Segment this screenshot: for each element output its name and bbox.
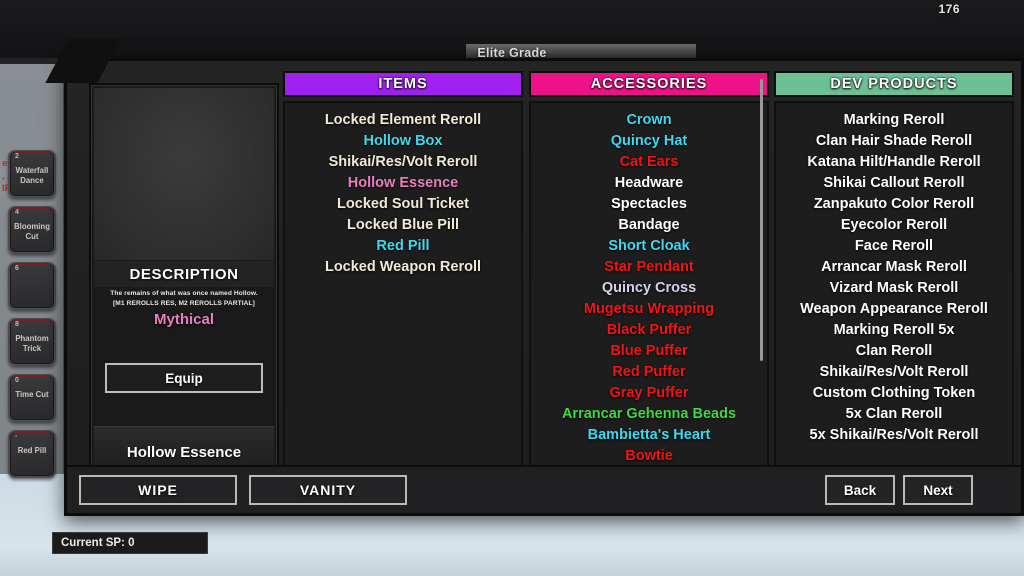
list-item[interactable]: Hollow Box bbox=[285, 131, 521, 152]
ability-slot-key: 8 bbox=[15, 321, 19, 328]
description-body: The remains of what was once named Hollo… bbox=[97, 289, 271, 308]
list-item[interactable]: Bandage bbox=[531, 215, 767, 236]
list-item[interactable]: Bowtie bbox=[531, 446, 767, 467]
list-item[interactable]: Crown bbox=[531, 110, 767, 131]
list-item[interactable]: Locked Blue Pill bbox=[285, 215, 521, 236]
list-item[interactable]: Red Puffer bbox=[531, 362, 767, 383]
game-screen: 176 Elite Grade elow to , AFTER IP. 2Wat… bbox=[0, 0, 1024, 576]
back-button[interactable]: Back bbox=[825, 475, 895, 505]
column-items-header: ITEMS bbox=[283, 71, 523, 97]
item-detail-card: DESCRIPTION The remains of what was once… bbox=[89, 83, 279, 483]
list-item[interactable]: Locked Weapon Reroll bbox=[285, 257, 521, 278]
description-header: DESCRIPTION bbox=[94, 261, 274, 287]
current-sp-display: Current SP: 0 bbox=[52, 532, 208, 554]
list-item[interactable]: Arrancar Gehenna Beads bbox=[531, 404, 767, 425]
ability-slot-3[interactable]: 6 bbox=[8, 262, 56, 310]
list-item[interactable]: Black Puffer bbox=[531, 320, 767, 341]
ability-slot-label: Time Cut bbox=[15, 390, 49, 399]
list-item[interactable]: Mugetsu Wrapping bbox=[531, 299, 767, 320]
next-button[interactable]: Next bbox=[903, 475, 973, 505]
ability-slot-4[interactable]: 8 Phantom Trick bbox=[8, 318, 56, 366]
ability-slot-label: Red Pill bbox=[17, 446, 47, 455]
equip-button[interactable]: Equip bbox=[105, 363, 263, 393]
vanity-button[interactable]: VANITY bbox=[249, 475, 407, 505]
ability-slot-6[interactable]: - Red Pill bbox=[8, 430, 56, 478]
ability-slot-key: 6 bbox=[15, 265, 19, 272]
description-subtext: [M1 REROLLS RES, M2 REROLLS PARTIAL] bbox=[113, 299, 255, 307]
ability-slot-key: - bbox=[15, 433, 18, 440]
list-item[interactable]: Weapon Appearance Reroll bbox=[776, 299, 1012, 320]
description-text: The remains of what was once named Hollo… bbox=[110, 290, 258, 297]
item-preview-viewport[interactable] bbox=[94, 88, 274, 260]
column-accessories-list[interactable]: Crown Quincy Hat Cat Ears Headware Spectacle… bbox=[529, 101, 769, 471]
ability-slot-1[interactable]: 2 Waterfall Dance bbox=[8, 150, 56, 198]
list-item[interactable]: 5x Clan Reroll bbox=[776, 404, 1012, 425]
ability-slot-key: 2 bbox=[15, 153, 19, 160]
list-item[interactable]: Locked Element Reroll bbox=[285, 110, 521, 131]
top-counter: 176 bbox=[938, 2, 960, 16]
column-accessories: ACCESSORIES Crown Quincy Hat Cat Ears Headw… bbox=[529, 71, 769, 471]
list-item[interactable]: Katana Hilt/Handle Reroll bbox=[776, 152, 1012, 173]
list-item[interactable]: Blue Puffer bbox=[531, 341, 767, 362]
list-item[interactable]: Vizard Mask Reroll bbox=[776, 278, 1012, 299]
column-dev-products-header: DEV PRODUCTS bbox=[774, 71, 1014, 97]
list-item[interactable]: Marking Reroll 5x bbox=[776, 320, 1012, 341]
column-dev-products: DEV PRODUCTS Marking Reroll Clan Hair Sha… bbox=[774, 71, 1014, 471]
list-item[interactable]: Face Reroll bbox=[776, 236, 1012, 257]
list-item[interactable]: Custom Clothing Token bbox=[776, 383, 1012, 404]
list-item[interactable]: Cat Ears bbox=[531, 152, 767, 173]
list-item[interactable]: Gray Puffer bbox=[531, 383, 767, 404]
ability-slot-key: 0 bbox=[15, 377, 19, 384]
list-item[interactable]: Hollow Essence bbox=[285, 173, 521, 194]
ability-slot-5[interactable]: 0 Time Cut bbox=[8, 374, 56, 422]
ability-slot-label: Blooming Cut bbox=[14, 222, 50, 241]
scrollbar-thumb[interactable] bbox=[760, 79, 763, 361]
list-item[interactable]: Short Cloak bbox=[531, 236, 767, 257]
list-item[interactable]: 5x Shikai/Res/Volt Reroll bbox=[776, 425, 1012, 446]
ability-slot-label: Waterfall Dance bbox=[15, 166, 49, 185]
rarity-label: Mythical bbox=[153, 311, 214, 328]
list-item[interactable]: Bambietta's Heart bbox=[531, 425, 767, 446]
list-item[interactable]: Marking Reroll bbox=[776, 110, 1012, 131]
list-item[interactable]: Shikai/Res/Volt Reroll bbox=[285, 152, 521, 173]
list-item[interactable]: Star Pendant bbox=[531, 257, 767, 278]
list-item[interactable]: Arrancar Mask Reroll bbox=[776, 257, 1012, 278]
ability-slot-label: Phantom Trick bbox=[15, 334, 49, 353]
list-item[interactable]: Locked Soul Ticket bbox=[285, 194, 521, 215]
list-item[interactable]: Red Pill bbox=[285, 236, 521, 257]
inventory-panel: DESCRIPTION The remains of what was once… bbox=[45, 39, 1024, 516]
column-dev-products-list[interactable]: Marking Reroll Clan Hair Shade Reroll Kata… bbox=[774, 101, 1014, 471]
ability-slot-2[interactable]: 4 Blooming Cut bbox=[8, 206, 56, 254]
list-item[interactable]: Headware bbox=[531, 173, 767, 194]
column-items: ITEMS Locked Element Reroll Hollow Box Shi… bbox=[283, 71, 523, 471]
list-item[interactable]: Shikai Callout Reroll bbox=[776, 173, 1012, 194]
ability-slot-key: 4 bbox=[15, 209, 19, 216]
list-item[interactable]: Eyecolor Reroll bbox=[776, 215, 1012, 236]
list-item[interactable]: Clan Hair Shade Reroll bbox=[776, 131, 1012, 152]
list-item[interactable]: Zanpakuto Color Reroll bbox=[776, 194, 1012, 215]
panel-footer: WIPE VANITY Back Next bbox=[67, 465, 1021, 513]
column-accessories-header: ACCESSORIES bbox=[529, 71, 769, 97]
column-items-list[interactable]: Locked Element Reroll Hollow Box Shikai/Re… bbox=[283, 101, 523, 471]
list-item[interactable]: Quincy Hat bbox=[531, 131, 767, 152]
list-item[interactable]: Clan Reroll bbox=[776, 341, 1012, 362]
list-item[interactable]: Quincy Cross bbox=[531, 278, 767, 299]
wipe-button[interactable]: WIPE bbox=[79, 475, 237, 505]
list-item[interactable]: Spectacles bbox=[531, 194, 767, 215]
list-item[interactable]: Shikai/Res/Volt Reroll bbox=[776, 362, 1012, 383]
